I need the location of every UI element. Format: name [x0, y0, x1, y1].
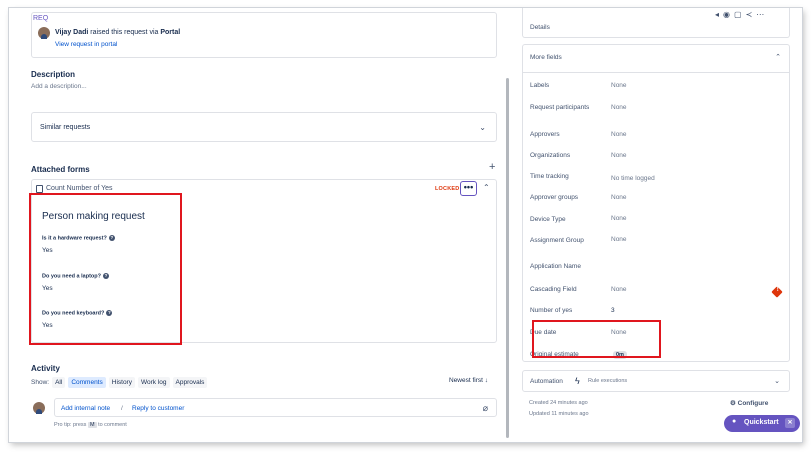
- attached-forms-heading: Attached forms: [31, 165, 90, 174]
- field-cascading-value[interactable]: None: [611, 286, 627, 293]
- show-label: Show:: [31, 379, 50, 386]
- more-fields-panel: More fields ⌃ Labels None Request partic…: [522, 44, 790, 362]
- field-label: Approver groups: [530, 194, 579, 201]
- separator: /: [121, 405, 123, 412]
- filter-all[interactable]: All: [52, 377, 66, 388]
- rule-executions-label: Rule executions: [588, 378, 628, 384]
- pro-tip: Pro tip: press M to comment: [54, 422, 127, 428]
- quickstart-button[interactable]: ● Quickstart ✕: [724, 415, 800, 432]
- field-label: Device Type: [530, 216, 566, 223]
- scrollbar[interactable]: [506, 78, 509, 438]
- similar-requests-label: Similar requests: [40, 124, 91, 131]
- gear-icon: ⚙: [730, 400, 736, 407]
- open-icon[interactable]: ▢: [734, 10, 746, 19]
- reply-to-customer-button[interactable]: Reply to customer: [132, 405, 184, 412]
- more-icon[interactable]: ⋯: [756, 10, 768, 19]
- protip-key: M: [87, 422, 97, 428]
- add-form-icon[interactable]: +: [489, 161, 495, 173]
- comment-composer[interactable]: Add internal note / Reply to customer ⌀: [54, 398, 497, 417]
- more-actions-button[interactable]: •••: [460, 181, 477, 196]
- chevron-up-icon[interactable]: ⌃: [483, 183, 490, 192]
- more-fields-heading[interactable]: More fields: [530, 54, 562, 61]
- field-label: Number of yes: [530, 307, 573, 314]
- field-label: Application Name: [530, 263, 581, 270]
- field-label: Assignment Group: [530, 237, 584, 244]
- field-label: Labels: [530, 82, 550, 89]
- description-heading: Description: [31, 70, 76, 79]
- updated-timestamp: Updated 11 minutes ago: [529, 411, 589, 417]
- chevron-down-icon[interactable]: ⌄: [774, 377, 780, 385]
- automation-panel[interactable]: Automation ϟ Rule executions ⌄: [522, 370, 790, 392]
- raised-via-text: raised this request via: [90, 29, 159, 36]
- lightbulb-icon: ●: [732, 418, 737, 425]
- highlight-box-form: [29, 193, 182, 345]
- similar-requests-panel[interactable]: Similar requests ⌄: [31, 112, 497, 142]
- details-label: Details: [530, 24, 550, 31]
- locked-badge: LOCKED: [435, 186, 460, 192]
- field-time-tracking-value[interactable]: No time logged: [611, 175, 655, 182]
- right-panel: Details ◂◉▢≺⋯ More fields ⌃ Labels None …: [522, 8, 802, 442]
- field-label: Cascading Field: [530, 286, 577, 293]
- toolbar-icons: ◂◉▢≺⋯: [715, 10, 768, 19]
- feedback-icon[interactable]: ◂: [715, 10, 723, 19]
- share-icon[interactable]: ≺: [746, 10, 757, 19]
- filter-work-log[interactable]: Work log: [137, 377, 170, 388]
- divider: [523, 72, 789, 73]
- form-icon: [36, 185, 43, 193]
- field-label: Request participants: [530, 104, 590, 111]
- automation-label: Automation: [530, 378, 563, 385]
- quickstart-label: Quickstart: [744, 419, 779, 426]
- activity-heading: Activity: [31, 364, 60, 373]
- created-timestamp: Created 24 minutes ago: [529, 400, 588, 406]
- field-labels-value[interactable]: None: [611, 82, 627, 89]
- form-name[interactable]: Count Number of Yes: [46, 185, 113, 192]
- filter-history[interactable]: History: [108, 377, 135, 388]
- chevron-up-icon[interactable]: ⌃: [775, 53, 781, 61]
- field-device-type-value[interactable]: None: [611, 215, 627, 222]
- filter-approvals[interactable]: Approvals: [172, 377, 208, 388]
- attachment-icon[interactable]: ⌀: [483, 403, 488, 414]
- view-in-portal-link[interactable]: View request in portal: [55, 41, 117, 48]
- current-user-avatar: [33, 402, 45, 414]
- field-label: Time tracking: [530, 173, 569, 180]
- requester-name[interactable]: Vijay Dadi: [55, 29, 88, 36]
- field-approvers-value[interactable]: None: [611, 131, 627, 138]
- protip-prefix: Pro tip: press: [54, 422, 87, 428]
- raised-by-text: Vijay Dadi raised this request via Porta…: [55, 29, 180, 36]
- description-field[interactable]: Add a description...: [31, 83, 87, 90]
- channel-name: Portal: [160, 29, 181, 36]
- field-organizations-value[interactable]: None: [611, 152, 627, 159]
- avatar: [38, 27, 50, 39]
- filter-comments[interactable]: Comments: [68, 377, 106, 388]
- left-panel: REQ Vijay Dadi raised this request via P…: [9, 8, 509, 442]
- configure-button[interactable]: ⚙ Configure: [730, 399, 768, 407]
- field-number-of-yes-value[interactable]: 3: [611, 307, 615, 314]
- close-icon[interactable]: ✕: [785, 418, 795, 428]
- field-assignment-group-value[interactable]: None: [611, 236, 627, 243]
- field-label: Organizations: [530, 152, 571, 159]
- warning-icon: [771, 286, 783, 298]
- issue-view: REQ Vijay Dadi raised this request via P…: [9, 8, 802, 442]
- protip-suffix: to comment: [98, 422, 127, 428]
- field-request-participants-value[interactable]: None: [611, 104, 627, 111]
- add-internal-note-button[interactable]: Add internal note: [61, 405, 110, 412]
- highlight-box-number-of-yes: [532, 320, 661, 358]
- field-approver-groups-value[interactable]: None: [611, 194, 627, 201]
- sort-order-button[interactable]: Newest first ↓: [449, 377, 488, 384]
- lightning-icon: ϟ: [575, 376, 580, 386]
- field-label: Approvers: [530, 131, 560, 138]
- configure-label: Configure: [737, 400, 769, 407]
- activity-filter-bar: Show: All Comments History Work log Appr…: [31, 377, 208, 388]
- chevron-down-icon[interactable]: ⌄: [479, 123, 486, 132]
- watch-icon[interactable]: ◉: [723, 10, 734, 19]
